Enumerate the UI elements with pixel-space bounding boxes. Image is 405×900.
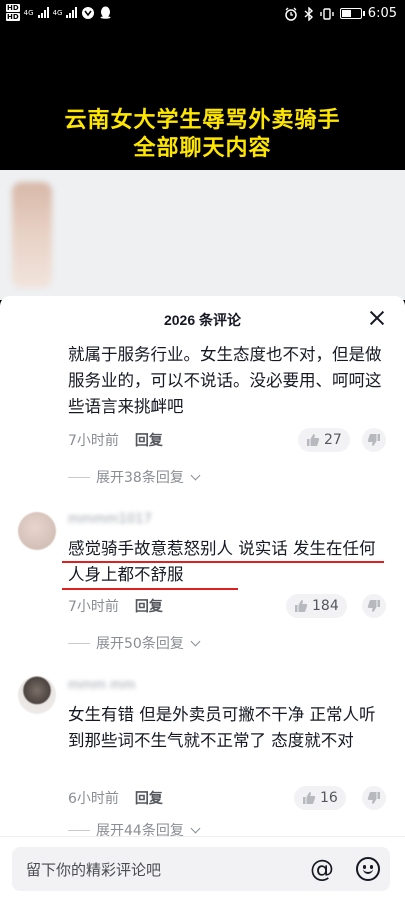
signal-icon [37, 7, 49, 18]
qq-icon [100, 6, 111, 19]
hd-badge-2: HD [6, 13, 20, 21]
at-mention-icon[interactable]: @ [310, 855, 334, 883]
status-left: HD HD 4G 4G [6, 4, 112, 21]
expand-replies-label: 展开38条回复 [96, 470, 184, 486]
app-notification-icon [82, 6, 95, 19]
like-button[interactable]: 16 [294, 786, 346, 810]
hd-badges: HD HD [6, 4, 20, 21]
emoji-icon[interactable] [356, 857, 380, 881]
reply-button[interactable]: 回复 [135, 791, 163, 807]
hd-badge-1: HD [6, 4, 20, 12]
blurred-video-content [0, 170, 405, 300]
like-count: 16 [320, 790, 338, 806]
like-button[interactable]: 27 [298, 428, 350, 452]
highlight-underline [62, 561, 384, 563]
thumbs-down-icon [367, 434, 380, 446]
dislike-button[interactable] [362, 594, 386, 618]
comments-sheet: 2026 条评论 就属于服务行业。女生态度也不对，但是做服务业的，可以不说话。没… [0, 296, 405, 900]
thumbs-up-icon [303, 792, 316, 804]
signal-icon-2 [66, 7, 78, 18]
avatar[interactable] [18, 676, 56, 714]
comment-text: 就属于服务行业。女生态度也不对，但是做服务业的，可以不说话。没必要用、呵呵这些语… [68, 345, 382, 416]
comment-time: 7小时前 [68, 433, 119, 449]
comment-username[interactable]: mmm mm [68, 678, 135, 693]
divider-dash [68, 642, 90, 644]
video-player[interactable]: 云南女大学生辱骂外卖骑手 全部聊天内容 [0, 28, 405, 170]
like-button[interactable]: 184 [286, 594, 347, 618]
vibrate-icon [320, 7, 334, 20]
comment-input[interactable]: 留下你的精彩评论吧 @ [12, 847, 390, 891]
comment-username[interactable]: mmmm1017 [68, 512, 152, 527]
status-right: 6:05 [284, 6, 397, 21]
dislike-button[interactable] [362, 428, 386, 452]
video-title-line-2: 全部聊天内容 [133, 136, 272, 161]
reply-button[interactable]: 回复 [135, 599, 163, 615]
expand-replies-button[interactable]: 展开38条回复 [68, 467, 201, 487]
divider-dash [68, 829, 90, 831]
comments-header: 2026 条评论 [0, 296, 405, 344]
bluetooth-icon [304, 6, 313, 21]
expand-replies-button[interactable]: 展开50条回复 [68, 633, 201, 653]
network-type-1: 4G [23, 8, 34, 17]
comment-meta: 7小时前 回复 [68, 596, 163, 616]
like-count: 184 [312, 598, 339, 614]
like-count: 27 [324, 432, 342, 448]
expand-replies-label: 展开50条回复 [96, 636, 184, 652]
thumbs-down-icon [367, 600, 380, 612]
comment-input-placeholder: 留下你的精彩评论吧 [26, 861, 162, 879]
comment-time: 7小时前 [68, 599, 119, 615]
thumbs-up-icon [295, 600, 308, 612]
battery-icon [339, 8, 365, 19]
reply-button[interactable]: 回复 [135, 433, 163, 449]
avatar[interactable] [18, 512, 56, 550]
network-type-2: 4G [52, 8, 63, 17]
alarm-icon [285, 7, 297, 21]
dislike-button[interactable] [362, 786, 386, 810]
chevron-down-icon [190, 636, 201, 646]
divider-dash [68, 476, 90, 478]
comment-time: 6小时前 [68, 791, 119, 807]
highlight-underline [62, 588, 238, 590]
comment-meta: 7小时前 回复 [68, 430, 163, 450]
clock: 6:05 [367, 6, 397, 21]
comment-input-bar: 留下你的精彩评论吧 @ [0, 836, 405, 900]
close-icon[interactable] [369, 310, 385, 326]
thumbs-down-icon [367, 792, 380, 804]
chevron-down-icon [190, 470, 201, 480]
thumbs-up-icon [307, 434, 320, 446]
comment-text: 女生有错 但是外卖员可撇不干净 正常人听到那些词不生气就不正常了 态度就不对 [68, 705, 376, 750]
status-bar: HD HD 4G 4G 6:05 [0, 0, 405, 28]
comment-meta: 6小时前 回复 [68, 788, 163, 808]
comments-count-title: 2026 条评论 [163, 312, 242, 328]
blurred-image [12, 182, 52, 288]
chevron-down-icon [190, 823, 201, 833]
